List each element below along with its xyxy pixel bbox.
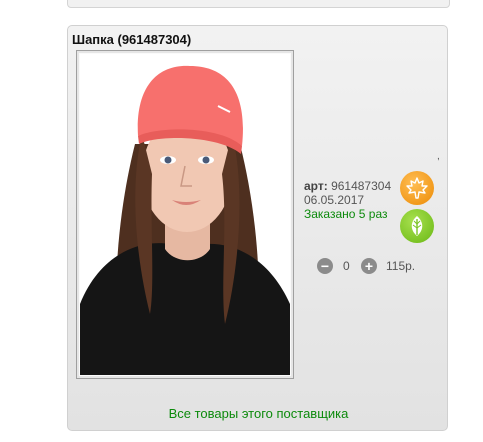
- plus-circle-icon[interactable]: +: [361, 258, 377, 274]
- misc-mark: ,: [437, 151, 440, 162]
- product-title: Шапка (961487304): [72, 32, 192, 47]
- minus-circle-icon[interactable]: −: [317, 258, 333, 274]
- product-card: Шапка (961487304) , арт: 961487304 06.05…: [67, 25, 448, 431]
- maple-leaf-icon[interactable]: [400, 171, 434, 205]
- article-number: 961487304: [331, 179, 392, 193]
- product-photo[interactable]: [80, 54, 290, 375]
- product-date: 06.05.2017: [304, 193, 365, 207]
- product-photo-frame[interactable]: [76, 50, 294, 379]
- green-leaf-icon[interactable]: [400, 209, 434, 243]
- article-line: арт: 961487304: [304, 179, 391, 193]
- article-label: арт:: [304, 179, 328, 193]
- supplier-products-link[interactable]: Все товары этого поставщика: [68, 406, 449, 421]
- previous-card-edge: [67, 0, 450, 8]
- quantity-value: 0: [343, 259, 350, 273]
- product-price: 115р.: [386, 259, 416, 273]
- ordered-count: Заказано 5 раз: [304, 207, 388, 221]
